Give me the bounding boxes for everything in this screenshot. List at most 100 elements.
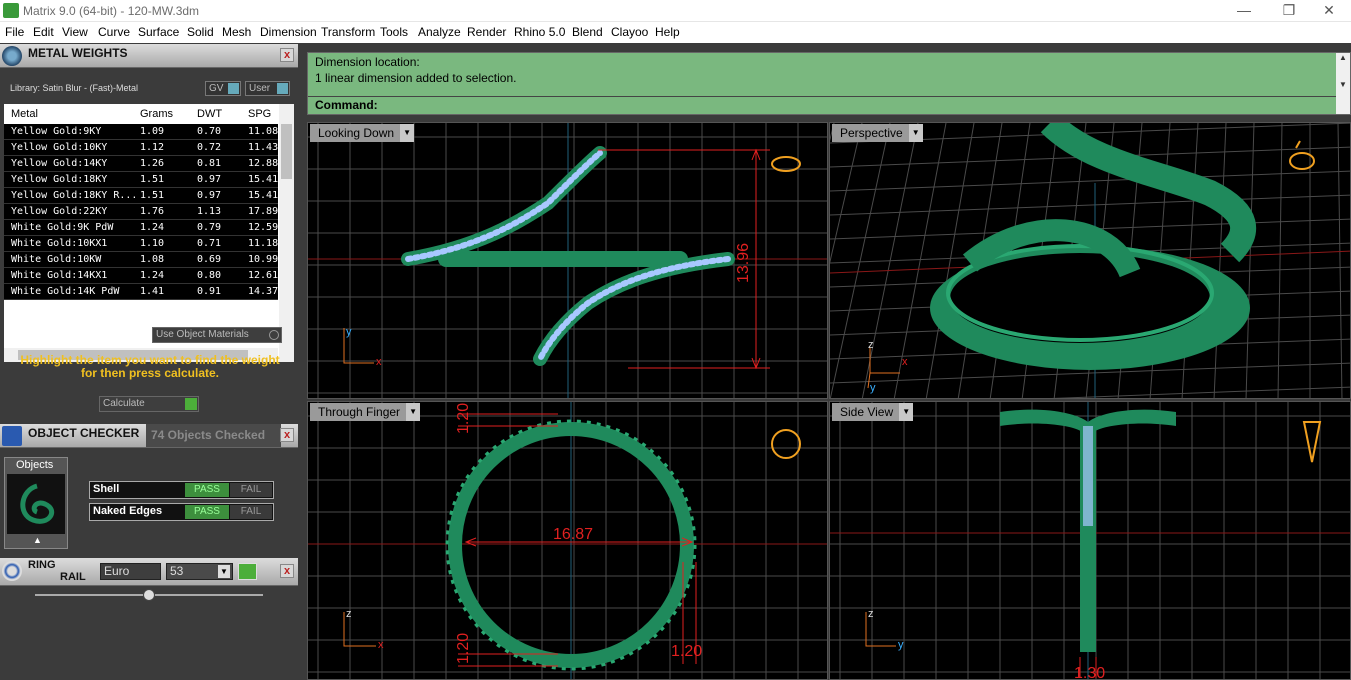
menu-rhino[interactable]: Rhino 5.0 [514,25,565,39]
dimension-side-bottom: 1.30 [1074,665,1105,680]
table-row[interactable]: White Gold:10KX1 1.10 0.71 11.18 [4,236,278,252]
menu-mesh[interactable]: Mesh [222,25,251,39]
viewport-label-side-view[interactable]: Side View ▼ [832,403,914,421]
axis-y-label: y [346,326,352,338]
user-toggle[interactable]: User [245,81,290,96]
objects-preview[interactable]: Objects ▲ [4,457,68,549]
chevron-down-icon[interactable]: ▼ [908,124,923,142]
table-cell: 0.97 [197,190,222,201]
table-cell: 1.08 [140,254,165,265]
col-metal[interactable]: Metal [11,104,38,124]
table-cell: 1.76 [140,206,165,217]
table-vertical-scrollbar[interactable] [279,104,294,362]
shell-pass[interactable]: PASS [185,483,229,497]
axis-x-label: x [902,356,908,368]
col-spg[interactable]: SPG [248,104,271,124]
object-checker-header: OBJECT CHECKER 74 Objects Checked x [0,424,298,448]
menu-transform[interactable]: Transform [321,25,375,39]
expand-up-icon[interactable]: ▲ [33,535,42,545]
viewport-through-finger[interactable]: 16.87 1.20 1.20 1.20 z x Through Finger ▼ [307,401,828,680]
gv-label: GV [209,83,224,94]
dimension-13-96: 13.96 [735,243,752,283]
table-row[interactable]: White Gold:10KW 1.08 0.69 10.99 [4,252,278,268]
use-object-materials-toggle[interactable]: Use Object Materials [152,327,282,343]
table-cell: 0.91 [197,286,222,297]
ring-rail-title-2: RAIL [60,571,86,583]
close-button[interactable]: ✕ [1306,0,1351,22]
command-scrollbar[interactable]: ▲ ▼ [1336,53,1350,114]
table-cell: White Gold:14KX1 [11,270,108,281]
menu-solid[interactable]: Solid [187,25,214,39]
object-checker-close-icon[interactable]: x [280,428,294,442]
ring-standard-field[interactable]: Euro [100,563,161,580]
table-row[interactable]: White Gold:14KX1 1.24 0.80 12.61 [4,268,278,284]
menu-file[interactable]: File [5,25,24,39]
menu-tools[interactable]: Tools [380,25,408,39]
object-checker-title: OBJECT CHECKER [28,426,140,440]
menu-help[interactable]: Help [655,25,680,39]
table-row[interactable]: Yellow Gold:9KY 1.09 0.70 11.08 [4,124,278,140]
menu-analyze[interactable]: Analyze [418,25,461,39]
ring-rail-close-icon[interactable]: x [280,564,294,578]
axis-y-label: y [870,382,876,394]
left-panel: METAL WEIGHTS x Library: Satin Blur - (F… [0,44,300,680]
axis-x-label: x [376,356,382,368]
col-grams[interactable]: Grams [140,104,173,124]
menu-surface[interactable]: Surface [138,25,179,39]
metal-weights-header: METAL WEIGHTS x [0,44,298,68]
viewport-label-through-finger[interactable]: Through Finger ▼ [310,403,421,421]
table-cell: White Gold:10KX1 [11,238,108,249]
table-row[interactable]: Yellow Gold:18KY 1.51 0.97 15.41 [4,172,278,188]
table-row[interactable]: White Gold:9K PdW 1.24 0.79 12.59 [4,220,278,236]
gv-toggle[interactable]: GV [205,81,241,96]
menu-clayoo[interactable]: Clayoo [611,25,648,39]
table-cell: 1.13 [197,206,222,217]
minimize-button[interactable]: — [1221,0,1267,22]
dimension-diameter: 16.87 [553,526,593,543]
viewport-perspective[interactable]: z x y Perspective ▼ [829,122,1351,399]
checkmark-icon [2,426,22,446]
menu-bar: File Edit View Curve Surface Solid Mesh … [0,22,1351,43]
chevron-down-icon[interactable]: ▼ [406,403,421,421]
table-row[interactable]: Yellow Gold:18KY R... 1.51 0.97 15.41 [4,188,278,204]
table-cell: 0.70 [197,126,222,137]
ring-rail-header: RING RAIL Euro 53 ▼ x [0,558,298,586]
menu-blend[interactable]: Blend [572,25,603,39]
ring-rail-apply-button[interactable] [238,563,257,580]
table-row[interactable]: White Gold:14K PdW 1.41 0.91 14.37 [4,284,278,300]
viewport-side-view[interactable]: 1.30 z y Side View ▼ [829,401,1351,680]
naked-edges-fail[interactable]: FAIL [230,505,272,519]
objects-checked-status: 74 Objects Checked [146,424,281,447]
menu-view[interactable]: View [62,25,88,39]
metal-weights-icon [2,46,22,66]
command-prompt[interactable]: Command: [315,98,378,112]
table-cell: White Gold:9K PdW [11,222,114,233]
objects-label: Objects [16,459,54,471]
calculate-button[interactable]: Calculate [99,396,199,412]
table-cell: Yellow Gold:18KY [11,174,108,185]
table-cell: 1.41 [140,286,165,297]
menu-dimension[interactable]: Dimension [260,25,317,39]
metal-weights-close-icon[interactable]: x [280,48,294,62]
table-row[interactable]: Yellow Gold:10KY 1.12 0.72 11.43 [4,140,278,156]
viewport-title-perspective: Perspective [840,126,903,140]
shell-fail[interactable]: FAIL [230,483,272,497]
menu-render[interactable]: Render [467,25,506,39]
menu-curve[interactable]: Curve [98,25,130,39]
table-row[interactable]: Yellow Gold:14KY 1.26 0.81 12.88 [4,156,278,172]
chevron-down-icon[interactable]: ▼ [400,124,415,142]
col-dwt[interactable]: DWT [197,104,222,124]
viewport-label-perspective[interactable]: Perspective ▼ [832,124,923,142]
command-history-line1: Dimension location: [315,55,420,69]
chevron-down-icon[interactable]: ▼ [899,403,914,421]
axis-z-label: z [868,339,874,351]
chevron-down-icon[interactable]: ▼ [218,565,230,578]
viewport-label-looking-down[interactable]: Looking Down ▼ [310,124,415,142]
naked-edges-pass[interactable]: PASS [185,505,229,519]
viewport-looking-down[interactable]: 13.96 y x Looking Down ▼ [307,122,828,399]
ring-slider-thumb[interactable] [143,589,155,601]
axis-z-label: z [868,608,874,620]
menu-edit[interactable]: Edit [33,25,54,39]
title-bar: Matrix 9.0 (64-bit) - 120-MW.3dm — ❐ ✕ [0,0,1351,22]
table-row[interactable]: Yellow Gold:22KY 1.76 1.13 17.89 [4,204,278,220]
